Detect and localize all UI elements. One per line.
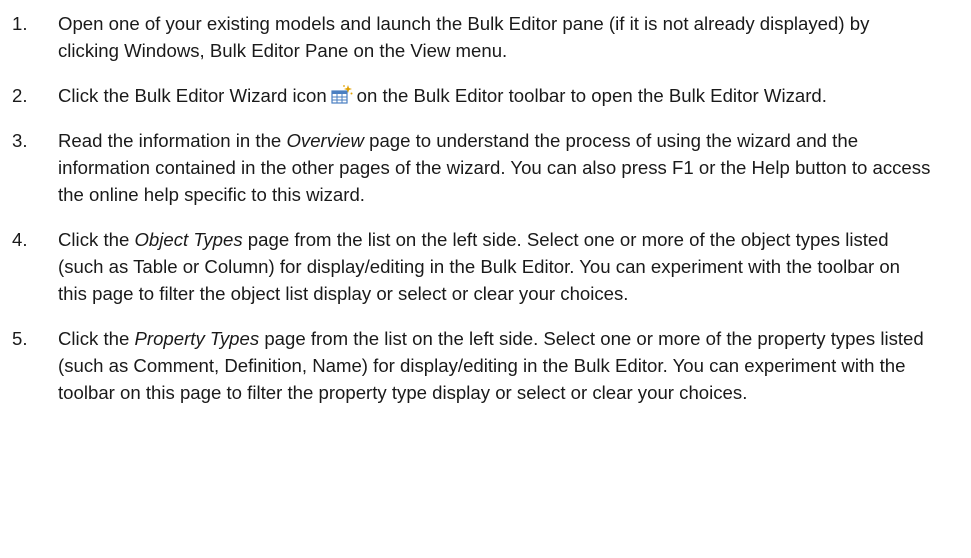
page-name-property-types: Property Types <box>134 328 260 349</box>
document-page: 1. Open one of your existing models and … <box>0 0 971 558</box>
step-text: Click the Object Types page from the lis… <box>58 229 901 304</box>
page-name-overview: Overview <box>286 130 364 151</box>
step-text: Open one of your existing models and lau… <box>58 13 870 61</box>
step-number: 2. <box>12 85 28 106</box>
step-text: Click the Property Types page from the l… <box>58 328 924 403</box>
list-item: 5. Click the Property Types page from th… <box>8 325 931 406</box>
step-number: 1. <box>12 13 28 34</box>
step-text: Click the Bulk Editor Wizard icon on the… <box>58 85 827 106</box>
list-item: 1. Open one of your existing models and … <box>8 10 931 64</box>
list-item: 2. Click the Bulk Editor Wizard icon on … <box>8 82 931 109</box>
list-item: 3. Read the information in the Overview … <box>8 127 931 208</box>
step-number: 3. <box>12 130 28 151</box>
step-text: Read the information in the Overview pag… <box>58 130 931 205</box>
bulk-editor-wizard-icon <box>331 85 353 105</box>
page-name-object-types: Object Types <box>134 229 243 250</box>
step-number: 5. <box>12 328 28 349</box>
list-item: 4. Click the Object Types page from the … <box>8 226 931 307</box>
instruction-list: 1. Open one of your existing models and … <box>8 10 931 406</box>
step-number: 4. <box>12 229 28 250</box>
